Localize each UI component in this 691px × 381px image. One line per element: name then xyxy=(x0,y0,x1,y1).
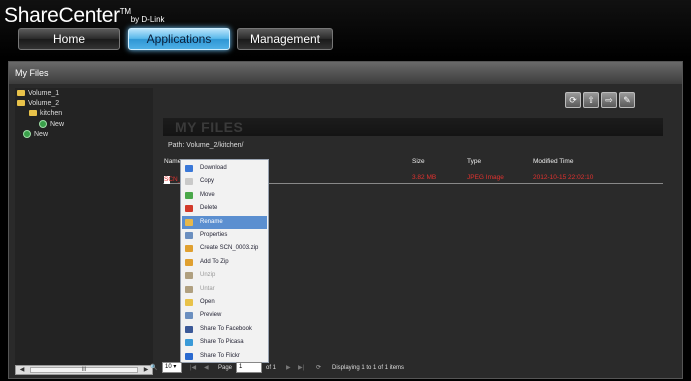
context-menu-item: Untar xyxy=(182,283,267,296)
file-size: 3.82 MB xyxy=(412,174,437,181)
copy-icon xyxy=(185,178,193,186)
folder-icon xyxy=(29,110,37,117)
context-menu-item[interactable]: Properties xyxy=(182,229,267,242)
edit-icon[interactable]: ✎ xyxy=(619,92,635,108)
file-modified: 2012-10-15 22:02:10 xyxy=(533,174,594,181)
panel-title: My Files xyxy=(9,62,682,84)
context-menu-item[interactable]: Download xyxy=(182,162,267,175)
last-page-icon[interactable]: ▶| xyxy=(298,362,304,374)
tab-home[interactable]: Home xyxy=(18,28,120,50)
context-menu-label: Untar xyxy=(200,285,215,292)
tree-item-volume-1[interactable]: Volume_1 xyxy=(17,90,59,97)
picasa-icon xyxy=(185,339,193,347)
pagination-bar: 🔍 10 ▾ |◀ ◀ Page 1 of 1 ▶ ▶| ⟳ Displayin… xyxy=(148,361,668,375)
context-menu-label: Delete xyxy=(200,205,218,212)
page-total: of 1 xyxy=(266,365,277,371)
scroll-thumb[interactable]: III xyxy=(30,367,138,373)
context-menu-label: Share To Flickr xyxy=(200,352,240,359)
folder-open-icon xyxy=(185,299,193,306)
tree-horizontal-scrollbar[interactable]: ◀ III ▶ xyxy=(15,365,153,375)
folder-tree: Volume_1 Volume_2 kitchen New New xyxy=(15,88,153,366)
context-menu-item[interactable]: Share To Picasa xyxy=(182,336,267,349)
unzip-icon xyxy=(185,272,193,280)
tab-applications[interactable]: Applications xyxy=(128,28,230,50)
zip-icon xyxy=(185,245,193,253)
context-menu-item[interactable]: Share To Facebook xyxy=(182,323,267,336)
add-zip-icon xyxy=(185,258,193,266)
preview-icon xyxy=(185,312,193,320)
context-menu-item[interactable]: Open xyxy=(182,296,267,309)
context-menu-item[interactable]: Copy xyxy=(182,175,267,188)
context-menu-label: Create SCN_0003.zip xyxy=(200,245,259,252)
move-icon xyxy=(185,191,193,199)
file-type: JPEG Image xyxy=(467,174,504,181)
context-menu-item[interactable]: Rename xyxy=(182,215,267,229)
status-text: Displaying 1 to 1 of 1 items xyxy=(332,365,405,371)
folder-icon xyxy=(17,100,25,107)
context-menu-label: Preview xyxy=(200,312,222,319)
context-menu-label: Download xyxy=(200,165,227,171)
new-folder-icon xyxy=(39,120,47,128)
tree-item-kitchen[interactable]: kitchen xyxy=(29,110,62,117)
context-menu-label: Share To Facebook xyxy=(200,325,252,332)
page-number-input[interactable]: 1 xyxy=(236,362,262,373)
top-bar: ShareCenterTMby D-Link Home Applications… xyxy=(0,0,691,58)
tree-item-volume-2[interactable]: Volume_2 xyxy=(17,100,59,107)
context-menu-item[interactable]: Add To Zip xyxy=(182,256,267,269)
export-icon[interactable]: ⇨ xyxy=(601,92,617,108)
next-page-icon[interactable]: ▶ xyxy=(286,362,291,374)
page-title: MY FILES xyxy=(163,118,663,136)
page-size-select[interactable]: 10 ▾ xyxy=(162,362,182,373)
untar-icon xyxy=(185,285,193,293)
context-menu-item[interactable]: Preview xyxy=(182,309,267,322)
brand-logo: ShareCenterTMby D-Link xyxy=(4,4,165,27)
column-type[interactable]: Type xyxy=(467,158,481,165)
folder-icon xyxy=(17,90,25,97)
delete-icon xyxy=(185,205,193,213)
breadcrumb: Path: Volume_2/kitchen/ xyxy=(168,142,244,149)
tree-item-new-volume-2[interactable]: New xyxy=(23,130,48,138)
refresh-list-icon[interactable]: ⟳ xyxy=(316,362,321,374)
column-modified[interactable]: Modified Time xyxy=(533,158,573,165)
search-icon[interactable]: 🔍 xyxy=(150,362,157,374)
context-menu-label: Rename xyxy=(200,218,223,225)
context-menu-label: Open xyxy=(200,299,215,305)
properties-icon xyxy=(185,232,193,239)
upload-icon[interactable]: ⇧ xyxy=(583,92,599,108)
scroll-left-icon[interactable]: ◀ xyxy=(18,366,26,373)
context-menu-item: Unzip xyxy=(182,269,267,282)
prev-page-icon[interactable]: ◀ xyxy=(204,362,209,374)
context-menu-label: Copy xyxy=(200,178,215,185)
context-menu-item[interactable]: Delete xyxy=(182,202,267,215)
tree-item-new-kitchen[interactable]: New xyxy=(39,120,64,128)
context-menu-label: Add To Zip xyxy=(200,258,229,265)
refresh-icon[interactable]: ⟳ xyxy=(565,92,581,108)
context-menu: Download Copy Move Delete Rename Properties Cr… xyxy=(180,159,269,363)
page-label: Page xyxy=(218,365,233,371)
context-menu-label: Share To Picasa xyxy=(200,339,244,346)
facebook-icon xyxy=(185,325,193,333)
download-icon xyxy=(185,165,193,172)
my-files-panel: My Files Volume_1 Volume_2 kitchen New N… xyxy=(8,61,683,379)
context-menu-item[interactable]: Create SCN_0003.zip xyxy=(182,242,267,255)
tab-management[interactable]: Management xyxy=(237,28,333,50)
rename-icon xyxy=(185,218,193,226)
context-menu-label: Move xyxy=(200,191,215,198)
new-folder-icon xyxy=(23,130,31,138)
column-name[interactable]: Name xyxy=(164,158,181,165)
context-menu-item[interactable]: Move xyxy=(182,189,267,202)
first-page-icon[interactable]: |◀ xyxy=(190,362,196,374)
column-size[interactable]: Size xyxy=(412,158,425,165)
flickr-icon xyxy=(185,352,193,360)
context-menu-label: Properties xyxy=(200,232,228,238)
context-menu-label: Unzip xyxy=(200,272,216,279)
